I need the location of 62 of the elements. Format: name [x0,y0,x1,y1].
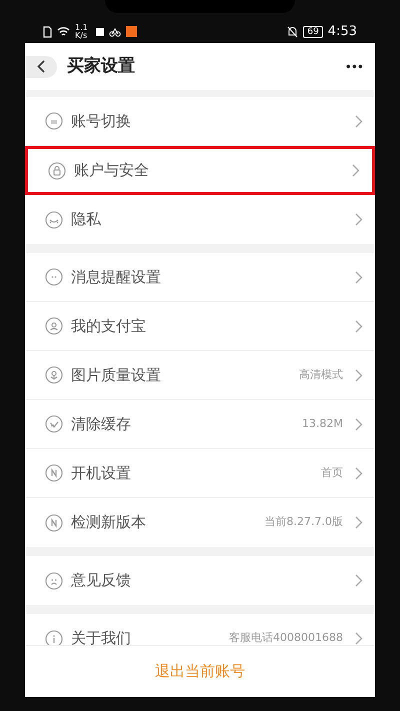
speed-unit: K/s [75,32,88,40]
setting-label: 图片质量设置 [71,364,162,386]
chevron-icon [355,418,363,430]
setting-label: 消息提醒设置 [71,266,162,288]
settings-row[interactable]: 检测新版本 当前8.27.7.0版 [25,498,375,547]
settings-row[interactable]: 清除缓存 13.82M [25,400,375,449]
setting-icon [45,572,63,590]
setting-label: 账户与安全 [74,160,150,182]
bike-icon [108,26,121,36]
setting-icon [45,630,63,645]
setting-label: 关于我们 [71,628,132,645]
chevron-icon [355,270,363,284]
setting-value: 首页 [321,464,343,481]
square-icon [96,28,104,36]
chevron-icon [352,164,360,177]
setting-label: 账号切换 [71,110,132,132]
setting-value: 当前8.27.7.0版 [264,514,343,530]
setting-label: 隐私 [71,209,102,230]
chevron-icon [355,368,363,382]
setting-icon [45,464,63,482]
settings-row[interactable]: 消息提醒设置 [25,253,375,302]
page-title: 买家设置 [67,54,136,78]
sim-icon [43,26,52,38]
setting-value: 13.82M [302,416,343,432]
setting-label: 检测新版本 [71,512,147,534]
setting-icon [45,210,63,228]
settings-row[interactable]: 我的支付宝 [25,302,375,351]
setting-value: 高清模式 [299,366,343,383]
setting-icon [45,112,63,130]
chevron-icon [355,574,363,587]
settings-row[interactable]: 开机设置 首页 [25,449,375,498]
settings-row[interactable]: 隐私 [25,195,375,244]
setting-icon [48,162,66,180]
chevron-icon [355,320,363,332]
settings-row[interactable]: 账户与安全 [25,146,375,195]
chevron-icon [355,466,363,480]
clock: 4:53 [328,22,357,41]
battery-indicator: 69 [303,26,323,38]
wifi-icon [57,26,70,36]
setting-label: 开机设置 [71,462,132,484]
setting-icon [45,317,63,335]
app-icon [126,26,137,37]
more-button[interactable]: ••• [344,58,363,76]
setting-value: 客服电话4008001688 [229,630,343,645]
setting-icon [45,514,63,532]
back-button[interactable] [25,56,57,78]
settings-row[interactable]: 意见反馈 [25,556,375,605]
settings-row[interactable]: 图片质量设置 高清模式 [25,351,375,400]
setting-label: 清除缓存 [71,414,132,435]
speed-value: 1.1 [75,24,88,32]
mute-icon [287,26,298,38]
setting-icon [45,268,63,286]
setting-label: 意见反馈 [71,570,132,592]
back-icon [37,60,45,73]
settings-row[interactable]: 关于我们 客服电话4008001688 [25,614,375,645]
setting-label: 我的支付宝 [71,316,147,337]
setting-icon [45,366,63,384]
chevron-icon [355,516,363,529]
chevron-icon [355,114,363,128]
chevron-icon [355,213,363,226]
chevron-icon [355,632,363,645]
setting-icon [45,415,63,433]
